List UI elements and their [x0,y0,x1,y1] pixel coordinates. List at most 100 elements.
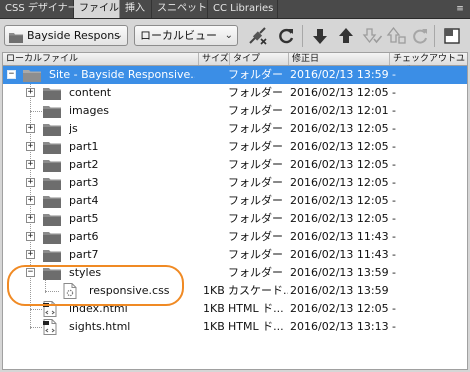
panel-menu-icon[interactable]: ≡ [454,3,466,15]
file-modified: 2016/02/13 13:13 [290,320,389,333]
folder-row[interactable]: + part5 フォルダー 2016/02/13 12:05- [3,210,467,228]
check-out-icon[interactable] [362,26,382,46]
expand-toggle-icon[interactable]: + [26,124,35,133]
folder-row[interactable]: + part4 フォルダー 2016/02/13 12:05- [3,192,467,210]
file-size: 1KB [203,284,225,297]
file-size: 1KB [203,302,225,315]
file-checkout: - [392,86,396,99]
folder-icon [43,87,61,100]
file-type: フォルダー [228,104,283,117]
file-modified: 2016/02/13 13:59 [290,266,389,279]
column-size[interactable]: サイズ [199,53,230,65]
expand-toggle-icon[interactable]: + [26,214,35,223]
toolbar-divider [434,25,435,47]
site-select[interactable]: Bayside Respons ⌄ [4,25,128,46]
column-local-files[interactable]: ローカルファイル [3,53,199,65]
folder-row[interactable]: − Site - Bayside Responsive... フォルダー 2016/0… [3,66,467,84]
expand-toggle-icon[interactable]: + [26,88,35,97]
site-select-value: Bayside Respons [27,29,120,42]
file-checkout: - [392,68,396,81]
folder-icon [43,177,61,190]
file-checkout: - [392,104,396,117]
folder-row[interactable]: + part2 フォルダー 2016/02/13 12:05- [3,156,467,174]
file-name: part7 [69,248,99,261]
expand-toggle-icon[interactable]: + [26,160,35,169]
folder-icon [43,141,61,154]
css-file-icon [63,283,77,299]
expand-icon[interactable] [442,26,462,46]
toolbar-divider [302,25,303,47]
file-type: フォルダー [228,140,283,153]
file-name: js [69,122,78,135]
folder-row[interactable]: + js フォルダー 2016/02/13 12:05- [3,120,467,138]
file-name: part6 [69,230,99,243]
expand-toggle-icon[interactable]: + [26,250,35,259]
file-checkout: - [392,140,396,153]
refresh-icon[interactable] [276,26,296,46]
panel-tab-bar: CSS デザイナー ファイル 挿入 スニペット CC Libraries ≡ [0,0,470,19]
file-row[interactable]: sights.html 1KB HTML ド... 2016/02/13 13:13- [3,318,467,336]
tab-insert[interactable]: 挿入 [120,0,152,18]
file-type: フォルダー [228,230,283,243]
file-type: フォルダー [228,122,283,135]
tab-cc-libraries[interactable]: CC Libraries [208,0,278,18]
file-name: responsive.css [89,284,170,297]
folder-row[interactable]: + part6 フォルダー 2016/02/13 11:43- [3,228,467,246]
file-type: フォルダー [228,212,283,225]
file-size: 1KB [203,320,225,333]
file-checkout: - [392,122,396,135]
sync-icon[interactable] [410,26,430,46]
folder-row[interactable]: + part7 フォルダー 2016/02/13 11:43- [3,246,467,264]
expand-toggle-icon[interactable]: + [26,196,35,205]
column-modified[interactable]: 修正日 [289,53,390,65]
html-file-icon [43,301,57,317]
file-modified: 2016/02/13 12:05 [290,140,389,153]
tab-css-designer[interactable]: CSS デザイナー [0,0,78,18]
get-icon[interactable] [310,26,330,46]
check-in-icon[interactable] [386,26,406,46]
folder-row[interactable]: + part3 フォルダー 2016/02/13 12:05- [3,174,467,192]
file-type: フォルダー [228,266,283,279]
file-modified: 2016/02/13 13:59 [290,68,389,81]
folder-row[interactable]: + content フォルダー 2016/02/13 12:05- [3,84,467,102]
file-modified: 2016/02/13 12:05 [290,212,389,225]
tree-guide-line [30,327,42,328]
file-row[interactable]: responsive.css 1KB カスケード... 2016/02/13 13:5… [3,282,467,300]
file-type: フォルダー [228,248,283,261]
file-name: styles [69,266,102,279]
tab-snippets[interactable]: スニペット [152,0,208,18]
file-name: images [69,104,109,117]
folder-row[interactable]: − styles フォルダー 2016/02/13 13:59- [3,264,467,282]
file-name: part5 [69,212,99,225]
file-modified: 2016/02/13 12:05 [290,158,389,171]
expand-toggle-icon[interactable]: + [26,232,35,241]
tree-guide-line [30,111,42,112]
collapse-toggle-icon[interactable]: − [26,268,35,277]
file-type: フォルダー [228,68,283,81]
chevron-down-icon: ⌄ [114,30,123,41]
file-modified: 2016/02/13 12:01 [290,104,389,117]
column-type[interactable]: タイプ [230,53,289,65]
file-modified: 2016/02/13 11:43 [290,230,389,243]
tree-guide-line [45,291,59,292]
file-row[interactable]: index.html 1KB HTML ド... 2016/02/13 12:05- [3,300,467,318]
tab-files[interactable]: ファイル [74,0,120,18]
file-checkout: - [392,320,396,333]
folder-icon [43,267,61,280]
view-select[interactable]: ローカルビュー ⌄ [134,25,238,46]
file-modified: 2016/02/13 12:05 [290,194,389,207]
folder-icon [43,159,61,172]
expand-toggle-icon[interactable]: + [26,178,35,187]
chevron-down-icon: ⌄ [224,30,233,41]
disconnect-icon[interactable] [248,26,268,46]
collapse-toggle-icon[interactable]: − [7,70,16,79]
put-icon[interactable] [336,26,356,46]
folder-row[interactable]: images フォルダー 2016/02/13 12:01- [3,102,467,120]
folder-icon [43,213,61,226]
column-checkout[interactable]: チェックアウトユーザー [390,53,467,76]
folder-icon [43,123,61,136]
folder-icon [43,105,61,118]
file-checkout: - [392,194,396,207]
folder-row[interactable]: + part1 フォルダー 2016/02/13 12:05- [3,138,467,156]
expand-toggle-icon[interactable]: + [26,142,35,151]
